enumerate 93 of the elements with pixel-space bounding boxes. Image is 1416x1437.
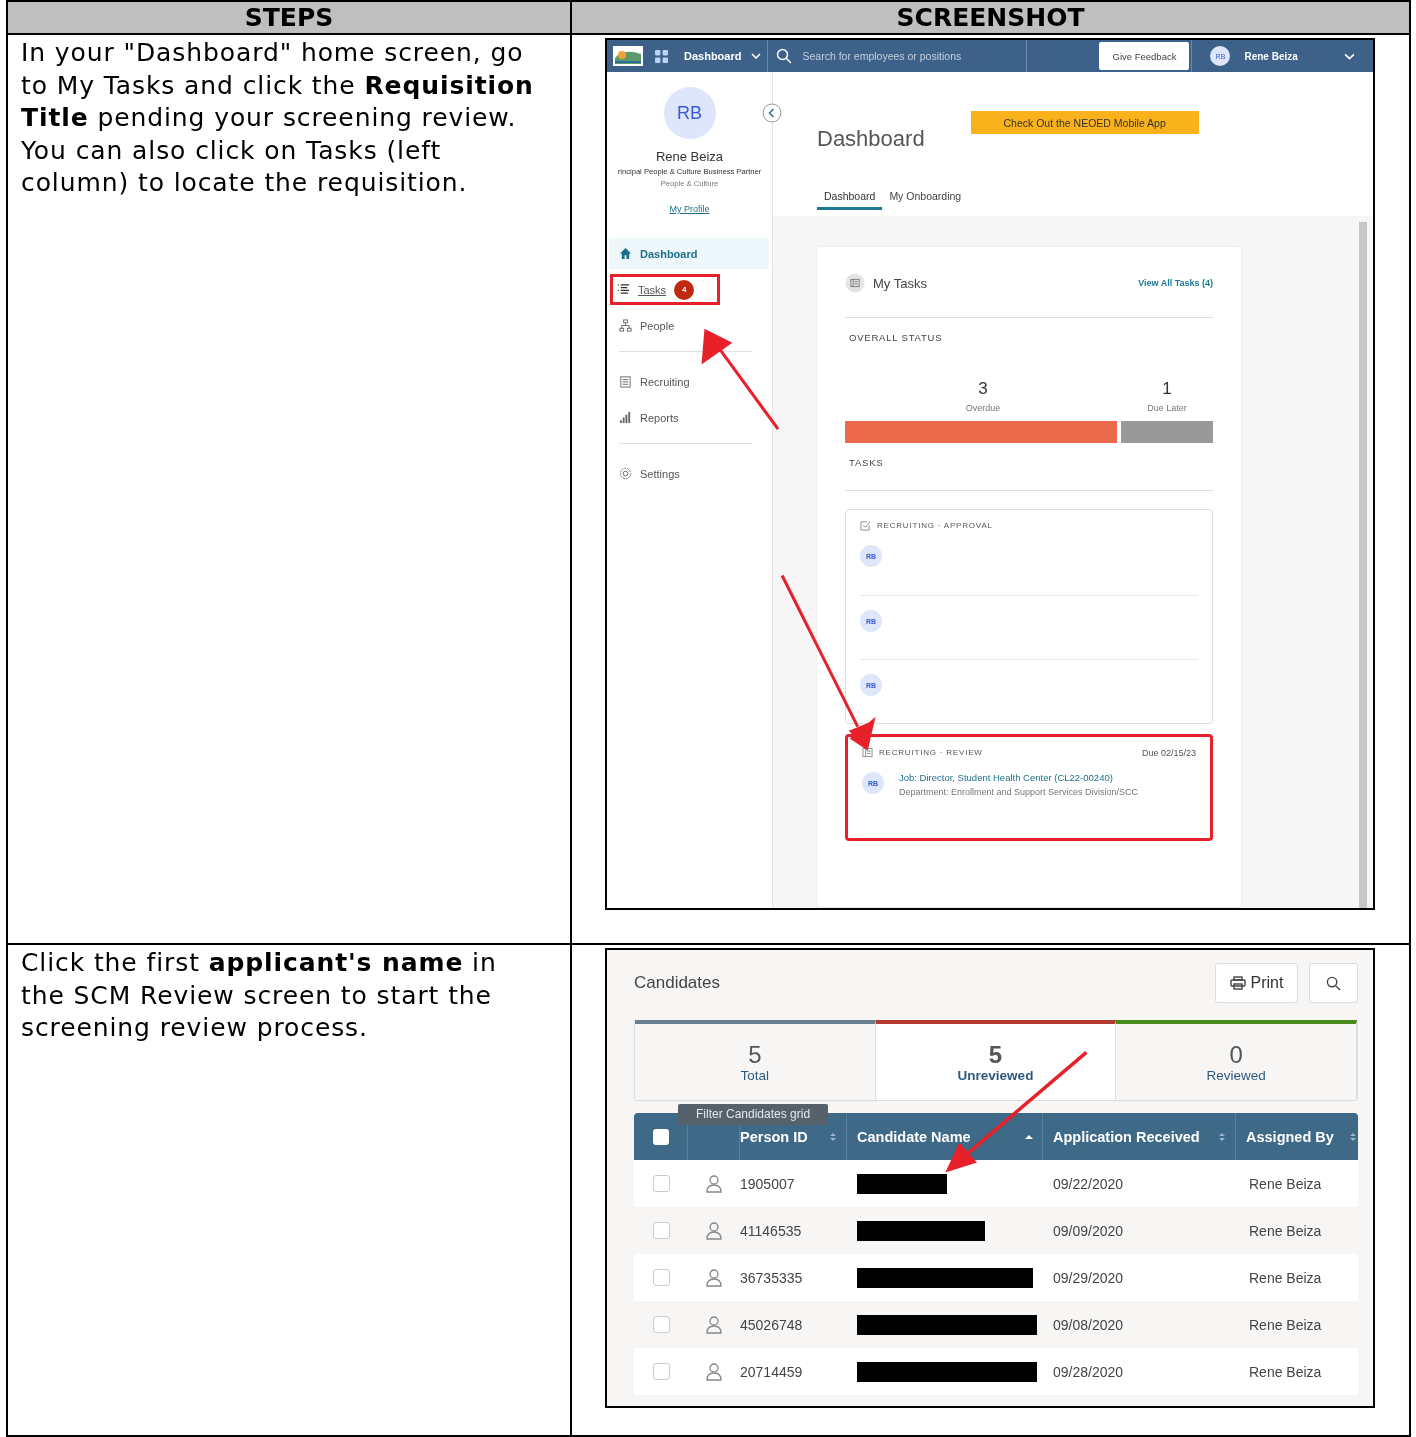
card-title: My Tasks [873, 275, 927, 291]
column-header[interactable]: Candidate Name [857, 1128, 971, 1145]
column-header: STEPS [8, 2, 572, 35]
profile-name: Rene Beiza [655, 149, 724, 164]
document-icon [845, 273, 865, 293]
chevron-down-icon[interactable] [1344, 52, 1356, 60]
column-header[interactable]: Assigned By [1246, 1128, 1334, 1145]
table-cell: Rene Beiza [1249, 1175, 1322, 1192]
profile-avatar: RB [663, 87, 716, 139]
stat-label: Due Later [1147, 403, 1187, 413]
person-icon [706, 1362, 722, 1381]
person-icon [706, 1174, 722, 1193]
collapse-icon[interactable] [762, 103, 782, 123]
print-button[interactable]: Print [1215, 963, 1298, 1003]
tooltip: Filter Candidates grid [678, 1104, 829, 1125]
search-icon [1326, 975, 1341, 991]
section-label: TASKS [849, 457, 885, 468]
settings-icon [619, 467, 632, 480]
table-cell: 09/29/2020 [1053, 1269, 1124, 1286]
printer-icon [1229, 976, 1246, 990]
sidebar-item[interactable]: Recruiting [609, 366, 769, 397]
profile-link[interactable]: My Profile [669, 204, 710, 214]
page-title: Dashboard [817, 126, 925, 152]
list-icon [617, 283, 630, 296]
stat-label: Overdue [965, 403, 1001, 413]
tab[interactable]: Dashboard [817, 184, 883, 210]
status-filter-tab[interactable]: 5 Total [635, 1020, 876, 1100]
column-header: SCREENSHOT [572, 2, 1411, 35]
section-label: OVERALL STATUS [849, 332, 944, 343]
table-cell: 36735335 [740, 1269, 803, 1286]
status-filter-tab[interactable]: 5 Unreviewed [875, 1020, 1117, 1100]
table-cell: Rene Beiza [1249, 1222, 1322, 1239]
search-button[interactable] [1309, 963, 1358, 1003]
table-cell: 09/28/2020 [1053, 1363, 1124, 1380]
table-cell: Rene Beiza [1249, 1269, 1322, 1286]
sidebar-item[interactable]: Settings [609, 458, 769, 489]
tab[interactable]: My Onboarding [882, 184, 969, 210]
app-switcher[interactable]: Dashboard [684, 50, 742, 62]
table-cell: 1905007 [740, 1175, 795, 1192]
task-category: RECRUITING · REVIEW [879, 748, 983, 757]
column-header[interactable]: Application Received [1053, 1128, 1200, 1145]
bar-chart-icon [619, 411, 632, 424]
stat-value: 3 [978, 379, 988, 399]
sidebar-item[interactable]: People [609, 310, 769, 341]
table-cell: 09/08/2020 [1053, 1316, 1124, 1333]
department-text: Department: Enrollment and Support Services Division/SCC [899, 787, 1139, 797]
row-checkbox[interactable] [652, 1363, 670, 1380]
sort-icon[interactable] [828, 1130, 838, 1143]
column-header[interactable]: Person ID [740, 1128, 808, 1145]
apps-icon[interactable] [655, 49, 668, 63]
requisition-link[interactable]: Job: Director, Student Health Center (CL22-00240) [899, 772, 1139, 783]
sort-icon[interactable] [1348, 1130, 1358, 1143]
view-all-tasks-link[interactable]: View All Tasks (4) [1138, 278, 1213, 288]
mobile-app-banner[interactable]: Check Out the NEOED Mobile App [970, 111, 1199, 134]
logo-icon [613, 46, 643, 66]
count-badge: 4 [674, 279, 695, 300]
table-cell: Rene Beiza [1249, 1363, 1322, 1380]
user-name[interactable]: Rene Beiza [1244, 50, 1345, 62]
sort-icon[interactable] [1217, 1130, 1227, 1143]
table-cell: 09/22/2020 [1053, 1175, 1124, 1192]
table-cell: Rene Beiza [1249, 1316, 1322, 1333]
table-cell: 41146535 [740, 1222, 802, 1239]
scrollbar[interactable] [1359, 222, 1367, 908]
org-chart-icon [619, 319, 632, 332]
document-icon [862, 747, 873, 758]
feedback-button[interactable]: Give Feedback [1099, 42, 1190, 70]
step-instruction: In your "Dashboard" home screen, go to My Tasks and click the Requisition Title pending your screening review. You can also click on Tasks (left column) to locate the requisition. [21, 37, 535, 199]
table-cell: 09/09/2020 [1053, 1222, 1124, 1239]
select-all-checkbox[interactable] [652, 1128, 669, 1145]
person-icon [706, 1221, 722, 1240]
row-checkbox[interactable] [652, 1316, 670, 1333]
sidebar-item[interactable]: Dashboard [609, 238, 769, 269]
table-cell: 20714459 [740, 1363, 803, 1380]
step-instruction: Click the first applicant's name in the SCM Review screen to start the screening review process. [21, 947, 498, 1044]
row-checkbox[interactable] [652, 1222, 670, 1239]
task-category: RECRUITING · APPROVAL [877, 521, 993, 530]
person-icon [706, 1268, 722, 1287]
home-icon [619, 247, 632, 260]
row-checkbox[interactable] [652, 1175, 670, 1192]
checkbox-icon [860, 520, 871, 531]
status-filter-tab[interactable]: 0 Reviewed [1116, 1020, 1357, 1100]
chevron-down-icon[interactable] [751, 53, 762, 59]
section-title: Candidates [634, 973, 720, 993]
search-field[interactable]: Search for employees or positions [802, 50, 1003, 62]
stat-value: 1 [1162, 379, 1172, 399]
person-icon [706, 1315, 722, 1334]
sidebar-item[interactable]: Tasks 4 [610, 274, 720, 305]
search-icon [776, 48, 793, 64]
row-checkbox[interactable] [652, 1269, 670, 1286]
clipboard-icon [619, 375, 632, 388]
table-cell: 45026748 [740, 1316, 803, 1333]
sidebar-item[interactable]: Reports [609, 402, 769, 433]
due-date: Due 02/15/23 [1141, 747, 1196, 758]
